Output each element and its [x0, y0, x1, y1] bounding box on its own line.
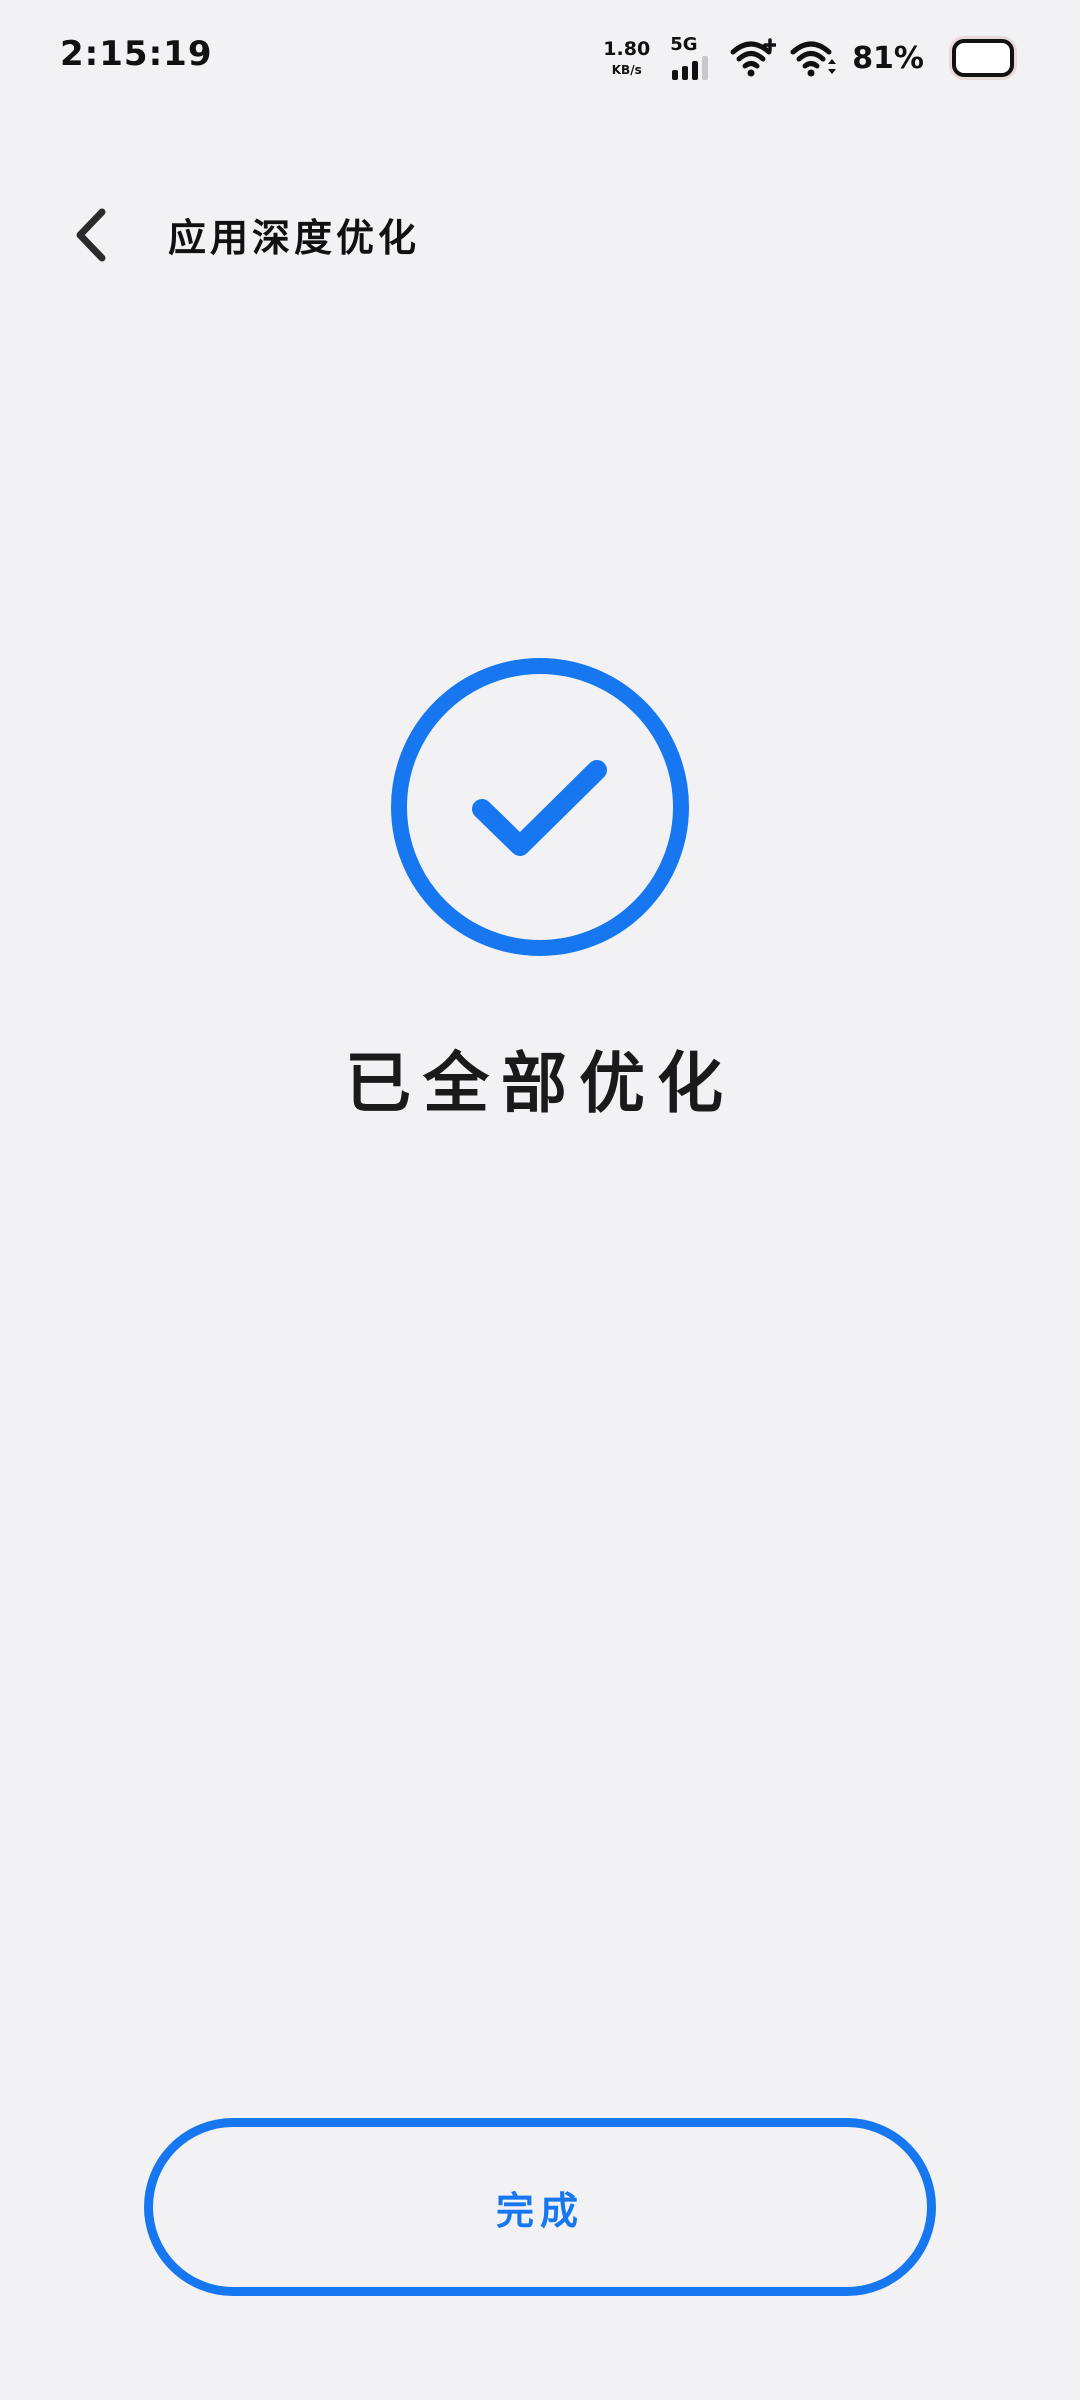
cellular-signal: 5G: [670, 36, 710, 80]
network-speed: 1.80 KB/s: [603, 38, 651, 77]
battery-icon: [952, 39, 1014, 77]
check-circle-icon: [391, 658, 689, 956]
page-title: 应用深度优化: [168, 216, 421, 260]
success-check-circle: [390, 657, 690, 957]
network-speed-unit: KB/s: [611, 63, 642, 77]
done-button[interactable]: 完成: [144, 2118, 936, 2296]
status-icons: 1.80 KB/s 5G 81%: [603, 30, 1014, 86]
network-type: 5G: [670, 34, 698, 55]
wifi-plus-icon: [730, 38, 777, 77]
success-message: 已全部优化: [345, 1045, 735, 1122]
status-bar: 2:15:19 1.80 KB/s 5G 81%: [0, 0, 1080, 116]
done-button-label: 完成: [495, 2188, 584, 2233]
battery-percent: 81%: [852, 40, 924, 76]
chevron-left-icon: [76, 208, 106, 262]
cellular-signal-icon: [672, 56, 709, 80]
network-speed-value: 1.80: [603, 38, 651, 60]
back-button[interactable]: [60, 200, 120, 270]
wifi-icon: [790, 41, 837, 77]
status-time: 2:15:19: [60, 34, 213, 74]
